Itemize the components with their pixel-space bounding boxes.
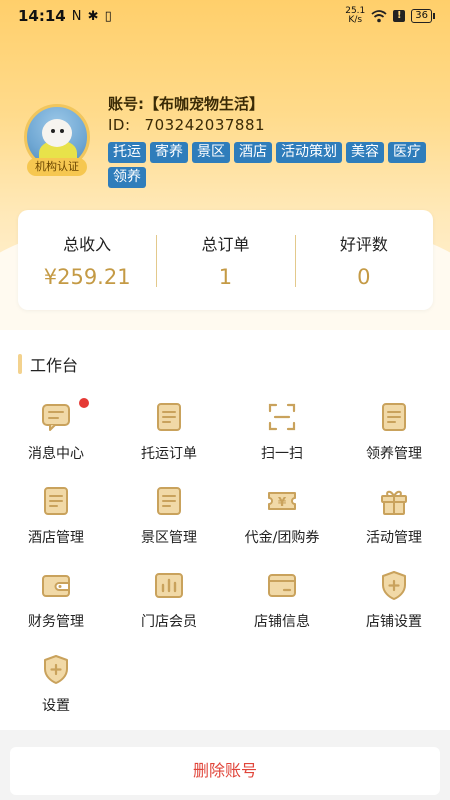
service-tag: 托运 [108, 142, 146, 163]
menu-item-label: 店铺设置 [366, 614, 422, 630]
menu-item-store-settings[interactable]: 店铺设置 [338, 563, 450, 647]
menu-item-label: 领养管理 [366, 446, 422, 462]
gift-icon [381, 490, 407, 515]
menu-item-scenic-management[interactable]: 景区管理 [113, 479, 225, 563]
document-icon [44, 487, 68, 515]
scan-icon [268, 403, 296, 431]
service-tag: 寄养 [150, 142, 188, 163]
chart-icon [155, 573, 183, 598]
menu-item-shipping-orders[interactable]: 托运订单 [113, 395, 225, 479]
menu-item-adoption-management[interactable]: 领养管理 [338, 395, 450, 479]
menu-item-scan[interactable]: 扫一扫 [226, 395, 338, 479]
menu-item-label: 扫一扫 [261, 446, 303, 462]
menu-item-label: 设置 [42, 698, 70, 714]
shield-plus-icon [382, 571, 406, 600]
stat-good-reviews[interactable]: 好评数 0 [294, 231, 433, 289]
coupon-icon: ¥ [268, 492, 296, 510]
status-bar: 14:14 N ✱ ▯ 25.1 K/s ! 36 [0, 0, 450, 32]
status-notification-icons: N ✱ ▯ [71, 8, 113, 24]
menu-item-label: 门店会员 [141, 614, 197, 630]
document-icon [157, 487, 181, 515]
service-tag: 活动策划 [276, 142, 342, 163]
service-tag: 医疗 [388, 142, 426, 163]
workbench-section: 工作台 消息中心 托运订单 扫一扫 领养管理 酒店管理 景区管理 ¥ 代金/团购… [0, 330, 450, 730]
menu-item-label: 店铺信息 [254, 614, 310, 630]
menu-item-label: 托运订单 [141, 446, 197, 462]
menu-item-finance-management[interactable]: 财务管理 [0, 563, 112, 647]
menu-item-label: 活动管理 [366, 530, 422, 546]
menu-item-settings[interactable]: 设置 [0, 647, 112, 731]
stat-value: 1 [218, 265, 233, 289]
stat-total-income[interactable]: 总收入 ¥259.21 [18, 231, 156, 289]
message-icon [42, 404, 70, 431]
menu-item-label: 消息中心 [28, 446, 84, 462]
account-id-value: 703242037881 [144, 116, 266, 134]
document-icon [157, 403, 181, 431]
menu-item-hotel-management[interactable]: 酒店管理 [0, 479, 112, 563]
account-id: ID: 703242037881 [108, 116, 265, 134]
alert-icon: ! [393, 10, 406, 22]
service-tag: 酒店 [234, 142, 272, 163]
stat-label: 好评数 [339, 235, 388, 254]
document-icon [382, 403, 406, 431]
svg-text:¥: ¥ [278, 495, 287, 509]
title-accent-bar [18, 354, 22, 374]
stat-value: ¥259.21 [43, 265, 131, 289]
shield-plus-icon [44, 655, 68, 684]
menu-item-label: 酒店管理 [28, 530, 84, 546]
battery-icon: 36 [411, 9, 435, 23]
service-tags: 托运 寄养 景区 酒店 活动策划 美容 医疗 领养 [108, 142, 428, 188]
menu-item-store-members[interactable]: 门店会员 [113, 563, 225, 647]
avatar[interactable]: 机构认证 [24, 104, 90, 180]
menu-item-store-info[interactable]: 店铺信息 [226, 563, 338, 647]
unread-badge [79, 398, 89, 408]
menu-item-message-center[interactable]: 消息中心 [0, 395, 112, 479]
stat-total-orders[interactable]: 总订单 1 [156, 231, 294, 289]
wifi-icon [371, 10, 387, 23]
menu-item-label: 代金/团购券 [244, 530, 320, 546]
wallet-icon [42, 575, 70, 597]
service-tag: 领养 [108, 167, 146, 188]
certification-badge: 机构认证 [27, 158, 87, 176]
status-time: 14:14 [18, 7, 66, 25]
stat-value: 0 [357, 265, 371, 289]
stat-label: 总收入 [63, 235, 112, 254]
delete-account-button[interactable]: 删除账号 [10, 747, 440, 795]
stats-card: 总收入 ¥259.21 总订单 1 好评数 0 [18, 210, 433, 310]
account-id-label: ID: [108, 116, 131, 134]
workbench-title: 工作台 [18, 352, 78, 376]
service-tag: 美容 [346, 142, 384, 163]
workbench-title-text: 工作台 [30, 356, 79, 375]
menu-item-label: 财务管理 [28, 614, 84, 630]
account-name: 账号:【布咖宠物生活】 [108, 95, 264, 113]
menu-item-coupons[interactable]: ¥ 代金/团购券 [226, 479, 338, 563]
network-speed: 25.1 K/s [345, 6, 366, 25]
menu-item-label: 景区管理 [141, 530, 197, 546]
stat-label: 总订单 [201, 235, 250, 254]
service-tag: 景区 [192, 142, 230, 163]
menu-item-activity-management[interactable]: 活动管理 [338, 479, 450, 563]
card-icon [268, 574, 296, 597]
